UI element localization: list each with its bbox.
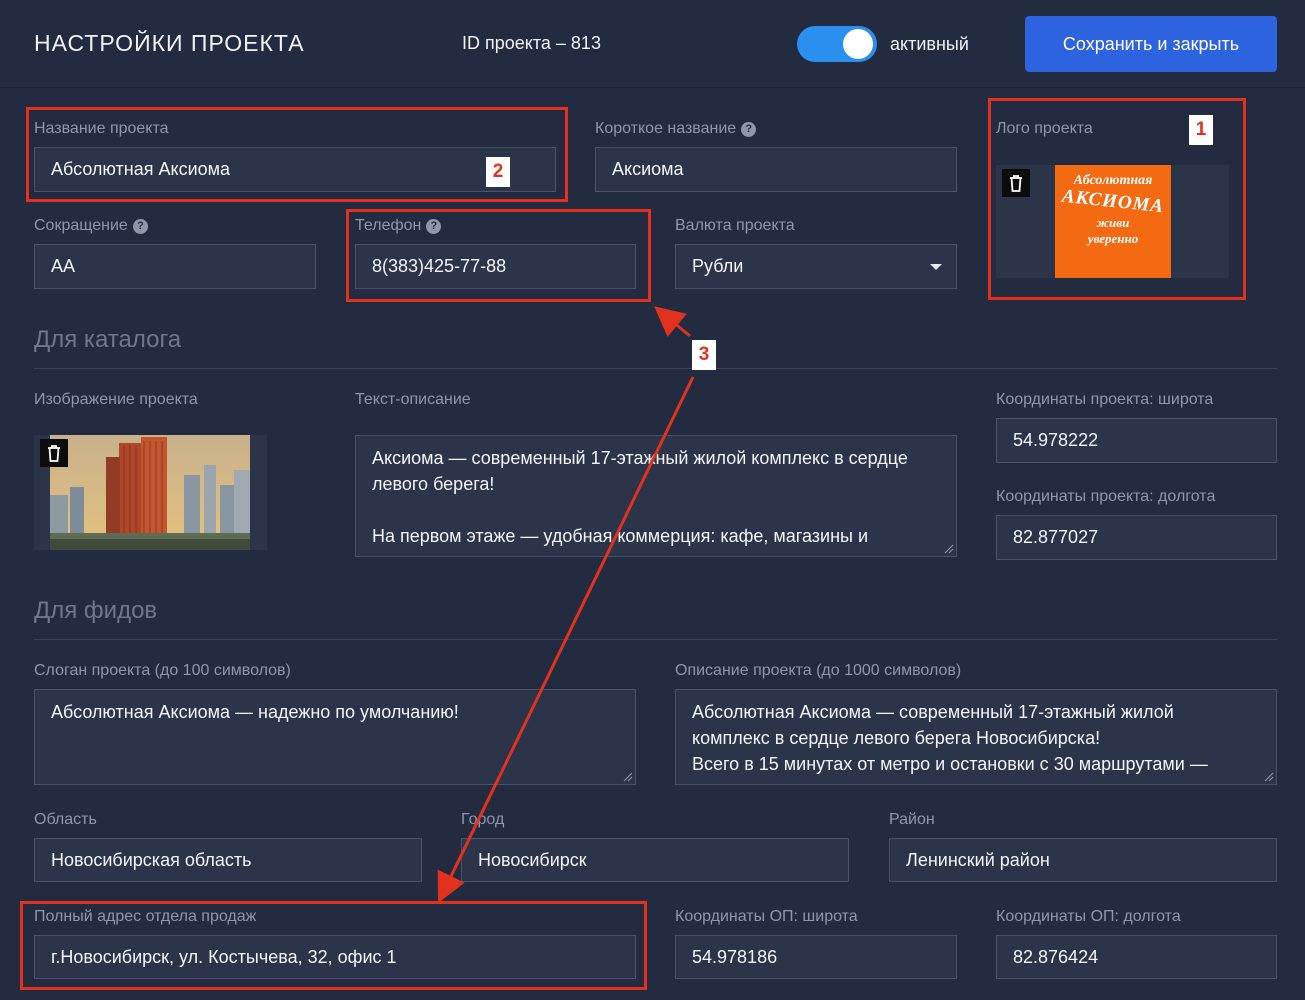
annotation-badge-2: 2 bbox=[486, 157, 510, 187]
annotation-badge-1: 1 bbox=[1189, 115, 1213, 145]
annotation-arrows bbox=[437, 306, 695, 904]
annotation-badge-3: 3 bbox=[692, 340, 716, 370]
arrow-to-address bbox=[437, 376, 695, 904]
arrow-to-phone bbox=[654, 306, 691, 338]
